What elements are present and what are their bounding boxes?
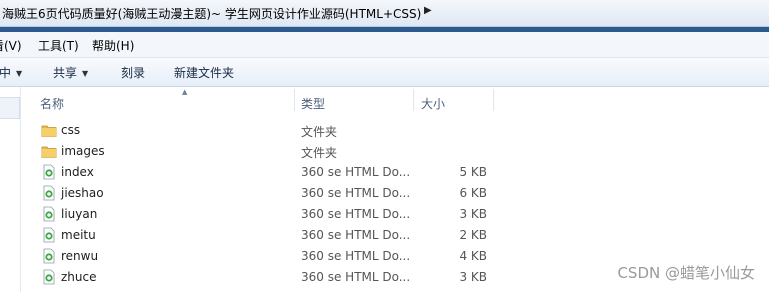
column-header-type[interactable]: 类型 xyxy=(301,95,325,112)
file-size: 4 KB xyxy=(459,249,487,263)
file-name: css xyxy=(61,123,81,137)
share-label: 共享 xyxy=(53,66,78,80)
column-header-row: ▲ 名称 类型 大小 xyxy=(21,87,769,113)
list-item[interactable]: liuyan 360 se HTML Do... 3 KB xyxy=(21,204,769,225)
address-bar[interactable]: 海贼王6页代码质量好(海贼王动漫主题)~ 学生网页设计作业源码(HTML+CSS… xyxy=(0,0,769,27)
html-file-icon xyxy=(43,185,55,201)
include-in-library-button[interactable]: 中 ▼ xyxy=(0,64,22,81)
file-type: 360 se HTML Do... xyxy=(301,165,411,179)
file-type: 文件夹 xyxy=(301,146,338,160)
include-in-library-label: 中 xyxy=(0,66,12,80)
file-size: 5 KB xyxy=(459,165,487,179)
list-item[interactable]: css 文件夹 xyxy=(21,120,769,141)
menu-view[interactable]: 看(V) xyxy=(0,37,22,54)
breadcrumb-arrow-icon[interactable]: ▶ xyxy=(424,5,432,16)
file-size: 6 KB xyxy=(459,186,487,200)
file-name: liuyan xyxy=(61,207,98,221)
column-divider[interactable] xyxy=(294,89,295,111)
file-name: jieshao xyxy=(61,186,104,200)
column-header-size[interactable]: 大小 xyxy=(421,95,445,112)
share-button[interactable]: 共享 ▼ xyxy=(53,64,88,81)
watermark: CSDN @蜡笔小仙女 xyxy=(617,264,755,282)
html-file-icon xyxy=(43,269,55,285)
html-file-icon xyxy=(43,206,55,222)
command-toolbar: 中 ▼ 共享 ▼ 刻录 新建文件夹 xyxy=(0,58,769,87)
navigation-pane[interactable] xyxy=(0,87,21,292)
file-type: 360 se HTML Do... xyxy=(301,249,411,263)
sort-ascending-icon: ▲ xyxy=(182,88,188,96)
menu-bar: 看(V) 工具(T) 帮助(H) xyxy=(0,32,769,58)
file-size: 2 KB xyxy=(459,228,487,242)
list-item[interactable]: jieshao 360 se HTML Do... 6 KB xyxy=(21,183,769,204)
address-path[interactable]: 海贼王6页代码质量好(海贼王动漫主题)~ 学生网页设计作业源码(HTML+CSS… xyxy=(2,5,421,22)
file-type: 360 se HTML Do... xyxy=(301,186,411,200)
column-header-name[interactable]: 名称 xyxy=(40,95,64,112)
html-file-icon xyxy=(43,248,55,264)
nav-selected-item[interactable] xyxy=(0,97,20,119)
chevron-down-icon: ▼ xyxy=(16,69,23,78)
menu-help[interactable]: 帮助(H) xyxy=(92,37,134,54)
folder-icon xyxy=(41,125,57,137)
file-size: 3 KB xyxy=(459,270,487,284)
html-file-icon xyxy=(43,227,55,243)
list-item[interactable]: images 文件夹 xyxy=(21,141,769,162)
html-file-icon xyxy=(43,164,55,180)
file-type: 文件夹 xyxy=(301,125,338,139)
file-type: 360 se HTML Do... xyxy=(301,270,411,284)
column-divider[interactable] xyxy=(413,89,414,111)
list-item[interactable]: meitu 360 se HTML Do... 2 KB xyxy=(21,225,769,246)
menu-tools[interactable]: 工具(T) xyxy=(38,37,79,54)
column-divider[interactable] xyxy=(493,89,494,111)
file-size: 3 KB xyxy=(459,207,487,221)
file-type: 360 se HTML Do... xyxy=(301,207,411,221)
file-name: renwu xyxy=(61,249,99,263)
file-name: zhuce xyxy=(61,270,97,284)
file-name: meitu xyxy=(61,228,96,242)
chevron-down-icon: ▼ xyxy=(82,69,89,78)
file-type: 360 se HTML Do... xyxy=(301,228,411,242)
burn-button[interactable]: 刻录 xyxy=(121,64,145,81)
new-folder-button[interactable]: 新建文件夹 xyxy=(174,64,234,81)
file-name: index xyxy=(61,165,94,179)
list-item[interactable]: index 360 se HTML Do... 5 KB xyxy=(21,162,769,183)
file-name: images xyxy=(61,144,105,158)
folder-icon xyxy=(41,146,57,158)
